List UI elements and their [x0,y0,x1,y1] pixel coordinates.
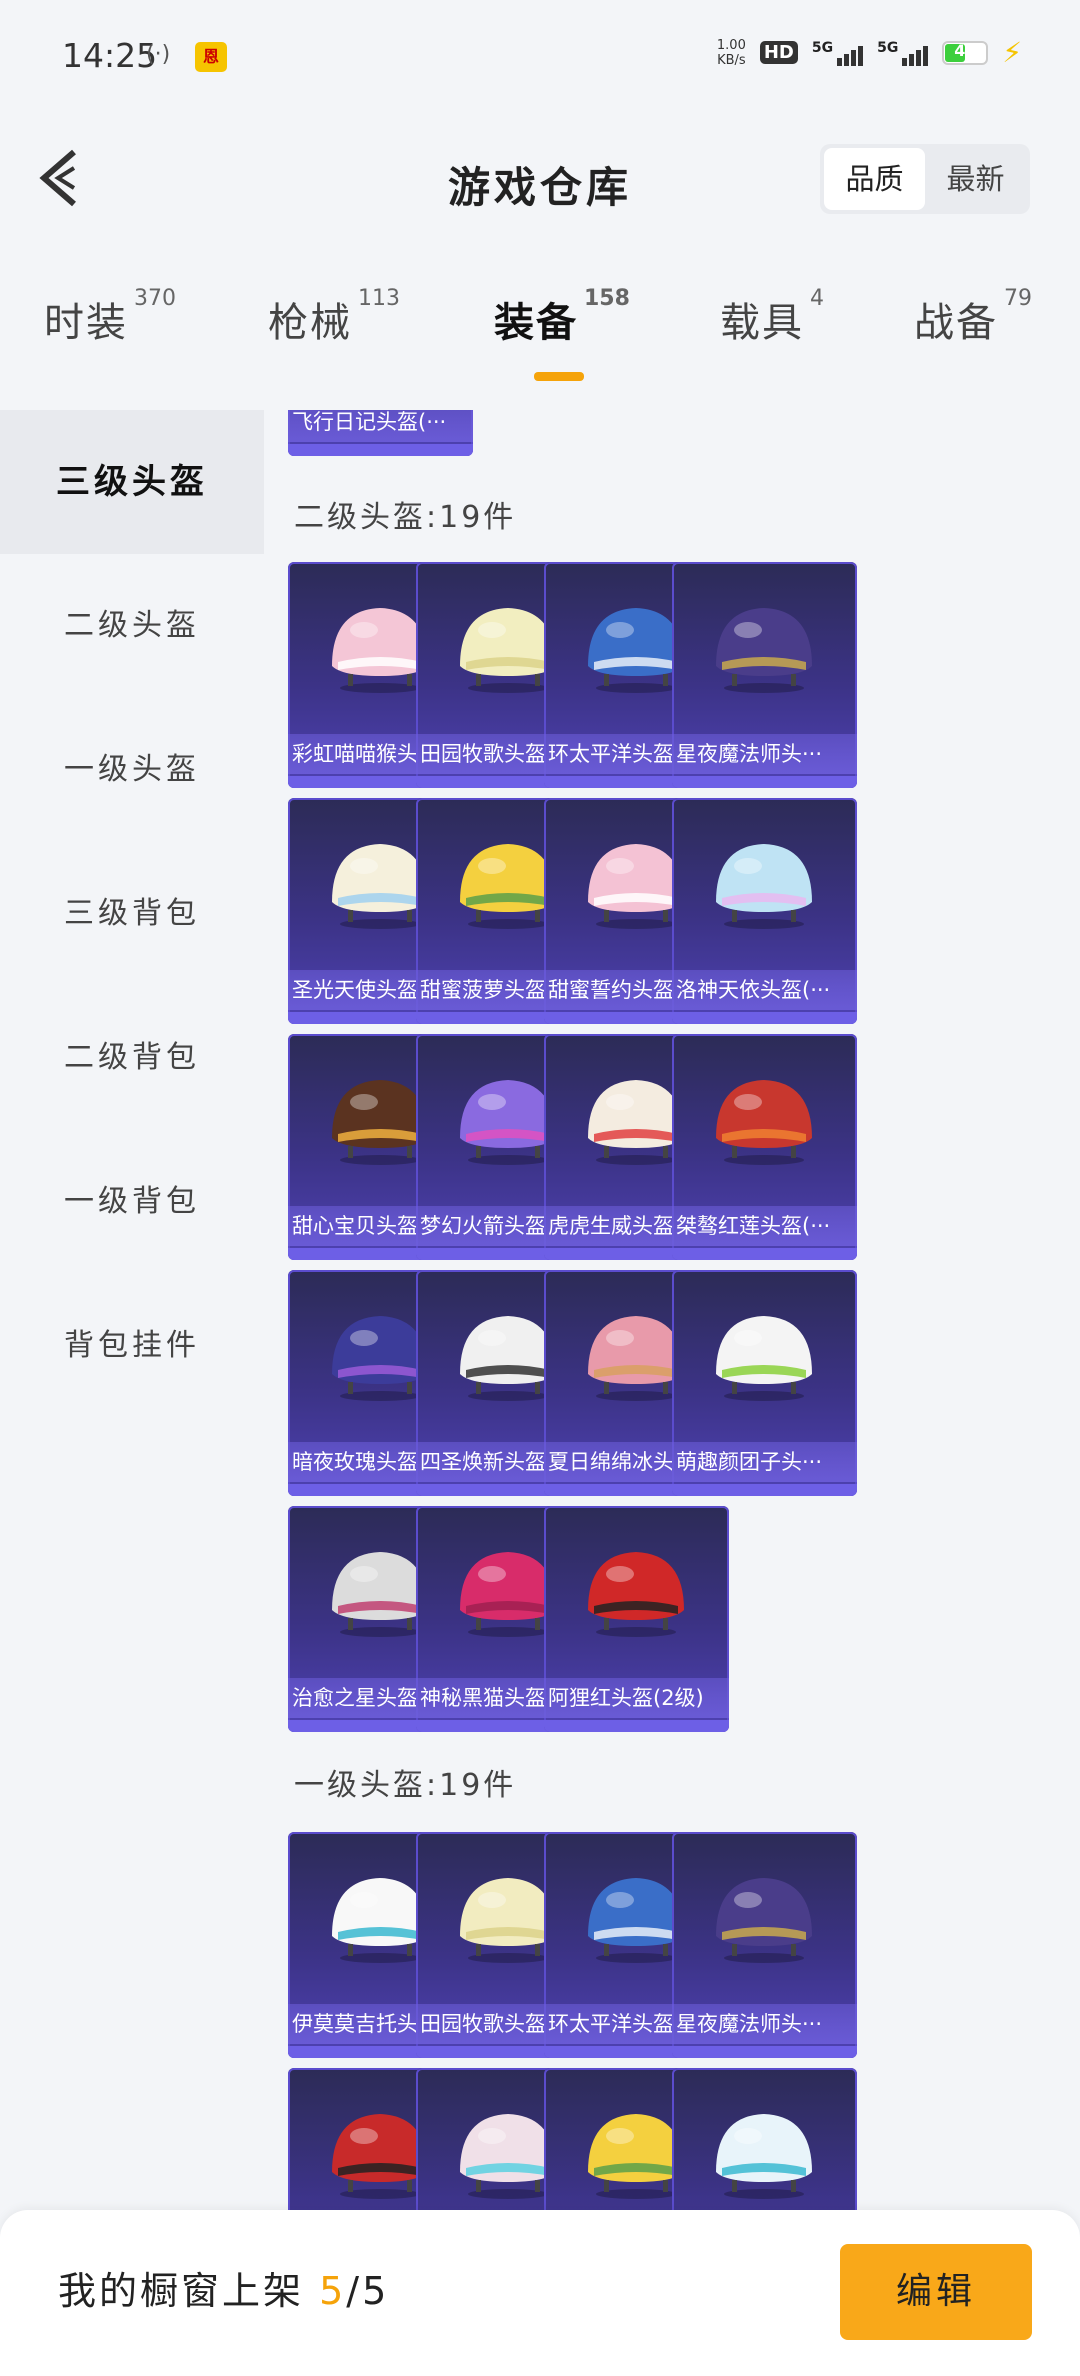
status-time: 14:25 [62,36,158,75]
tab-label: 战备 [914,300,998,346]
status-bar: 14:25 (·) 恩 1.00 KB/s HD 5G 5G 46 ⚡ [0,0,1080,110]
showcase-current: 5 [319,2269,347,2313]
item-card-bar [672,1012,857,1024]
item-card[interactable]: 星夜魔法师头··· [672,1832,857,2058]
sort-option-newest[interactable]: 最新 [925,148,1026,210]
item-name: 洛神天依头盔(··· [672,970,857,1010]
sidebar-item-backpack-charm[interactable]: 背包挂件 [0,1274,264,1418]
item-name: 桀骜红莲头盔(··· [672,1206,857,1246]
active-tab-indicator [534,372,584,381]
item-card-bar [544,1720,729,1732]
category-tabs: 时装370 枪械113 装备158 载具4 战备79 [0,286,1080,400]
item-card[interactable]: 飞行日记头盔(··· [288,410,473,456]
status-icons: 1.00 KB/s HD 5G 5G 46 ⚡ [717,36,1022,69]
item-card[interactable]: 洛神天依头盔(··· [672,798,857,1024]
sidebar-item-level1-backpack[interactable]: 一级背包 [0,1130,264,1274]
item-name: 飞行日记头盔(··· [288,410,473,442]
showcase-total: 5 [362,2269,390,2313]
helmet-icon [716,1878,812,1963]
helmet-icon [716,844,812,929]
tab-label: 装备 [494,300,578,346]
tab-count: 370 [134,286,176,311]
showcase-status: 我的橱窗上架 5/5 [58,2260,389,2315]
item-card[interactable]: 阿狸红头盔(2级) [544,1506,729,1732]
tab-count: 113 [358,286,400,311]
network-speed-value: 1.00 [716,37,746,53]
sort-option-quality[interactable]: 品质 [824,148,925,210]
network-speed: 1.00 KB/s [717,38,746,68]
item-card[interactable]: 星夜魔法师头··· [672,562,857,788]
tab-equipment[interactable]: 装备158 [494,286,630,348]
item-card[interactable]: 萌趣颜团子头··· [672,1270,857,1496]
item-card-bar [672,776,857,788]
item-name: 星夜魔法师头··· [672,2004,857,2044]
item-name: 萌趣颜团子头··· [672,1442,857,1482]
tab-label: 枪械 [268,300,352,346]
showcase-bar: 我的橱窗上架 5/5 编辑 [0,2210,1080,2376]
network-type-label: 5G [811,39,834,56]
helmet-icon [716,1316,812,1401]
header: 游戏仓库 品质 最新 [0,130,1080,230]
charging-icon: ⚡ [1002,36,1022,69]
tab-supplies[interactable]: 战备79 [914,286,1032,348]
sidebar-item-level3-backpack[interactable]: 三级背包 [0,842,264,986]
item-grid: 飞行日记头盔(··· 二级头盔:19件 彩虹喵喵猴头··· 田园牧歌头盔(··· 环… [264,410,1080,2210]
subcategory-sidebar: 三级头盔 二级头盔 一级头盔 三级背包 二级背包 一级背包 背包挂件 [0,410,264,2210]
tab-weapons[interactable]: 枪械113 [268,286,400,348]
tab-count: 4 [810,286,824,311]
sort-toggle: 品质 最新 [820,144,1030,214]
item-card[interactable] [672,2068,857,2210]
sidebar-item-level1-helmet[interactable]: 一级头盔 [0,698,264,842]
battery-level: 46 [954,40,977,60]
signal-icon-1: 5G [811,39,864,66]
tab-count: 79 [1004,286,1032,311]
tab-label: 载具 [720,300,804,346]
showcase-separator: / [346,2269,363,2313]
helmet-icon [716,2114,812,2199]
section-title-level1: 一级头盔:19件 [294,1768,517,1803]
item-card-bar [672,1484,857,1496]
helmet-icon [716,608,812,693]
item-name: 星夜魔法师头··· [672,734,857,774]
item-card-bar [672,2046,857,2058]
helmet-icon [588,1552,684,1637]
network-speed-unit: KB/s [717,52,746,68]
section-title-level2: 二级头盔:19件 [294,500,517,535]
tab-count: 158 [584,286,630,311]
helmet-icon [716,1080,812,1165]
battery-icon: 46 [942,40,989,65]
network-type-label-2: 5G [877,39,899,56]
showcase-label: 我的橱窗上架 [58,2269,305,2313]
sidebar-item-level3-helmet[interactable]: 三级头盔 [0,410,264,554]
tab-label: 时装 [44,300,128,346]
tab-vehicles[interactable]: 载具4 [720,286,824,348]
app-notification-icon: 恩 [195,42,227,72]
item-card-bar [672,1248,857,1260]
tab-fashion[interactable]: 时装370 [44,286,176,348]
sidebar-item-level2-helmet[interactable]: 二级头盔 [0,554,264,698]
nfc-icon: (·) [146,42,171,67]
edit-button[interactable]: 编辑 [840,2244,1032,2340]
hd-voice-icon: HD [759,41,798,64]
signal-icon-2: 5G [877,39,929,66]
item-card[interactable]: 桀骜红莲头盔(··· [672,1034,857,1260]
item-name: 阿狸红头盔(2级) [544,1678,729,1718]
sidebar-item-level2-backpack[interactable]: 二级背包 [0,986,264,1130]
